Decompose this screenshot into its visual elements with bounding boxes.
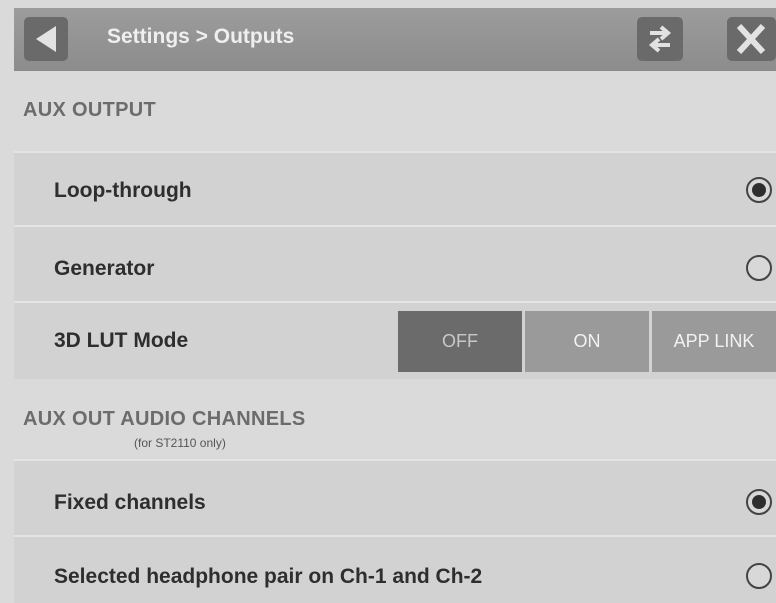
option-fixed-channels[interactable]: Fixed channels bbox=[14, 459, 776, 535]
fixed-channels-radio[interactable] bbox=[746, 489, 772, 515]
option-label: Selected headphone pair on Ch-1 and Ch-2 bbox=[54, 565, 483, 588]
option-label: Fixed channels bbox=[54, 491, 206, 514]
lut-mode-row: 3D LUT Mode OFF ON APP LINK bbox=[14, 301, 776, 379]
lut-app-link-button[interactable]: APP LINK bbox=[652, 311, 776, 372]
generator-radio[interactable] bbox=[746, 255, 772, 281]
option-label: Loop-through bbox=[54, 179, 192, 202]
aux-output-section-header: AUX OUTPUT bbox=[14, 71, 776, 149]
back-button[interactable] bbox=[24, 17, 68, 61]
section-subtitle: (for ST2110 only) bbox=[134, 436, 226, 450]
swap-button[interactable] bbox=[637, 17, 683, 61]
headphone-pair-radio[interactable] bbox=[746, 563, 772, 589]
section-title-aux-audio: AUX OUT AUDIO CHANNELS bbox=[23, 408, 306, 430]
header-bar: Settings > Outputs bbox=[14, 8, 776, 71]
option-loop-through[interactable]: Loop-through bbox=[14, 151, 776, 225]
section-title-aux-output: AUX OUTPUT bbox=[23, 99, 156, 121]
page-title: Settings > Outputs bbox=[107, 25, 295, 48]
option-label: Generator bbox=[54, 257, 155, 280]
close-button[interactable] bbox=[727, 17, 776, 61]
lut-off-button[interactable]: OFF bbox=[398, 311, 522, 372]
option-generator[interactable]: Generator bbox=[14, 225, 776, 301]
loop-through-radio[interactable] bbox=[746, 177, 772, 203]
option-headphone-pair[interactable]: Selected headphone pair on Ch-1 and Ch-2 bbox=[14, 535, 776, 603]
aux-audio-section-header: AUX OUT AUDIO CHANNELS (for ST2110 only) bbox=[14, 379, 776, 459]
lut-mode-label: 3D LUT Mode bbox=[54, 329, 189, 352]
settings-outputs-panel: Settings > Outputs AUX OUTPUT Loop-throu… bbox=[0, 0, 776, 603]
lut-on-button[interactable]: ON bbox=[525, 311, 649, 372]
